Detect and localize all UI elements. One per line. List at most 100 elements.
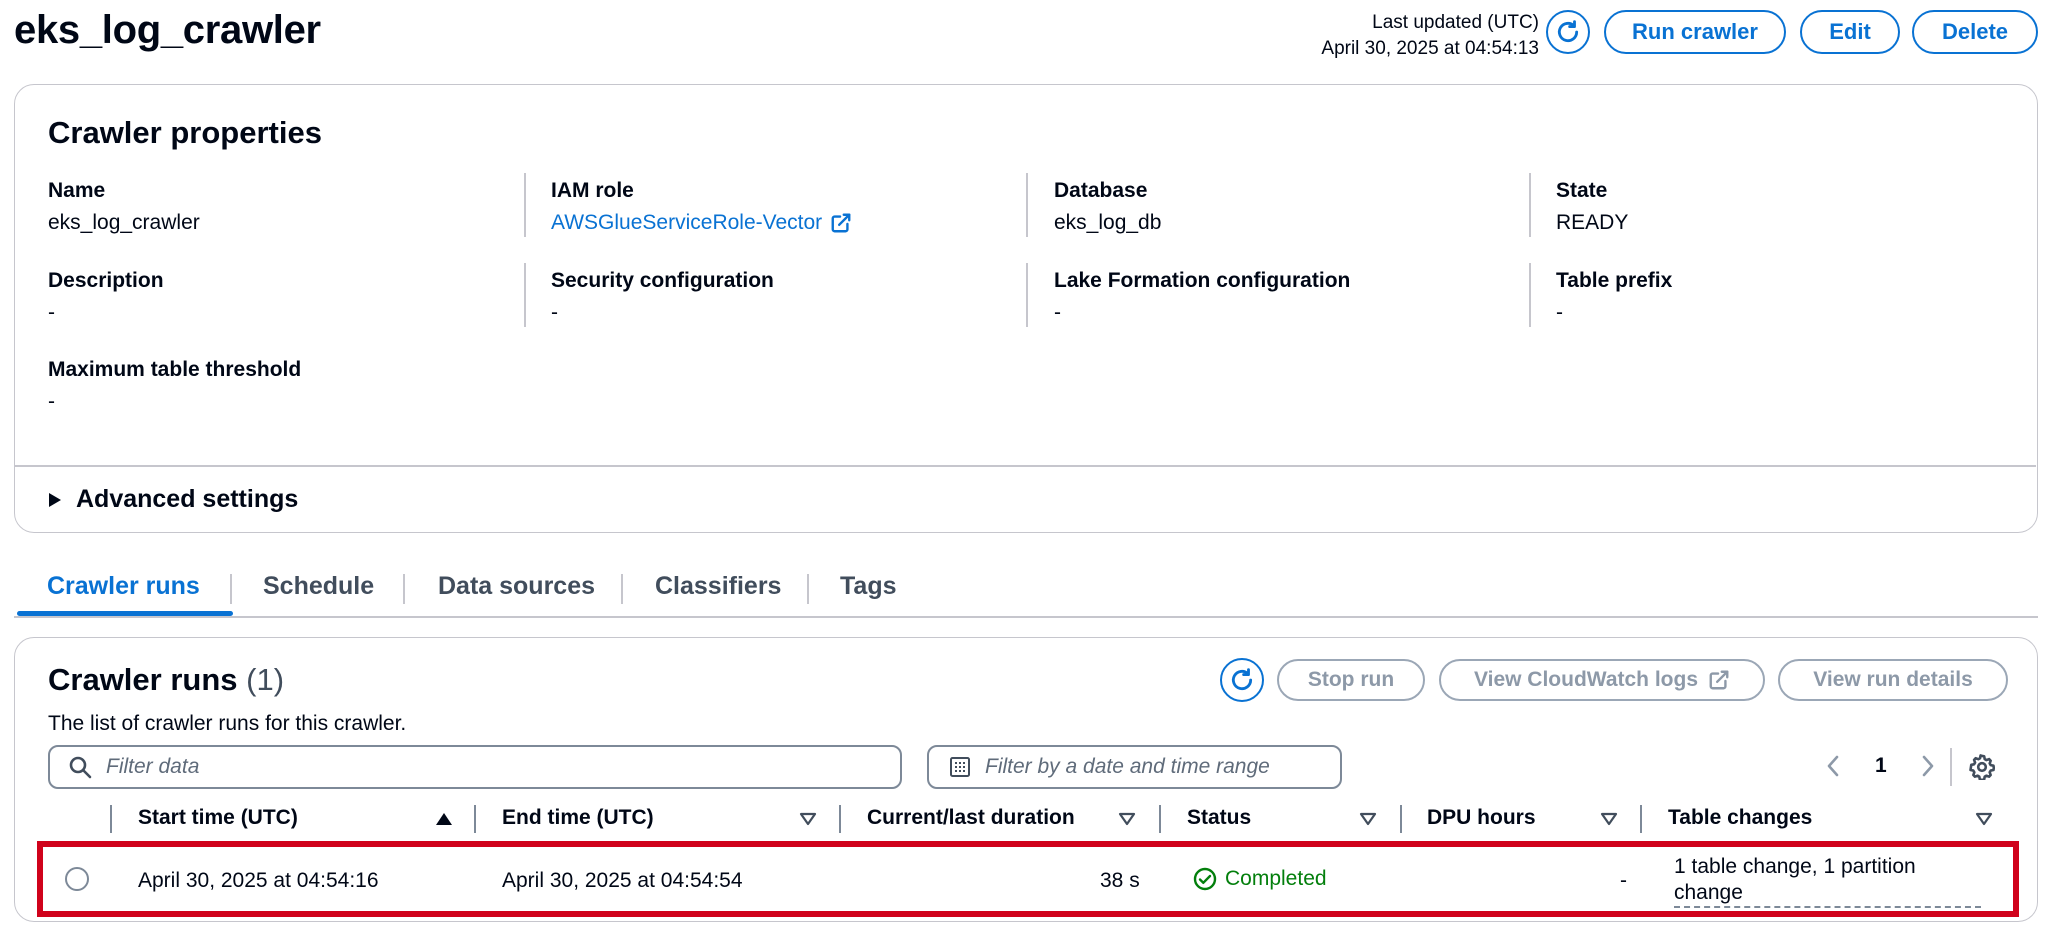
external-link-icon xyxy=(1709,670,1729,690)
sort-icon[interactable] xyxy=(1118,812,1136,826)
row-table-changes-line2: change xyxy=(1674,880,1981,908)
divider xyxy=(1026,173,1028,237)
col-dpu-hours[interactable]: DPU hours xyxy=(1427,806,1536,830)
crawler-properties-title: Crawler properties xyxy=(48,115,322,150)
caret-right-icon xyxy=(49,492,61,507)
prop-description-value: - xyxy=(48,301,55,324)
iam-role-link[interactable]: AWSGlueServiceRole-Vector xyxy=(551,211,852,235)
search-icon xyxy=(69,756,92,779)
table-row[interactable]: April 30, 2025 at 04:54:16 April 30, 202… xyxy=(37,841,2019,917)
view-cloudwatch-logs-button[interactable]: View CloudWatch logs xyxy=(1439,659,1765,701)
refresh-runs-button[interactable] xyxy=(1220,658,1264,702)
date-range-filter[interactable]: Filter by a date and time range xyxy=(927,745,1342,789)
page-title: eks_log_crawler xyxy=(14,8,321,52)
tab-classifiers[interactable]: Classifiers xyxy=(655,572,781,601)
sort-icon[interactable] xyxy=(1359,812,1377,826)
prop-threshold-label: Maximum table threshold xyxy=(48,358,302,381)
col-table-changes[interactable]: Table changes xyxy=(1668,806,1812,830)
prop-state: State READY xyxy=(1556,179,1628,235)
iam-role-link-text[interactable]: AWSGlueServiceRole-Vector xyxy=(551,211,822,235)
col-status[interactable]: Status xyxy=(1187,806,1251,830)
crawler-runs-count: (1) xyxy=(246,662,285,697)
column-separator xyxy=(474,805,476,833)
prop-lake-formation: Lake Formation configuration - xyxy=(1054,269,1350,325)
column-separator xyxy=(839,805,841,833)
crawler-runs-title: Crawler runs xyxy=(48,662,238,697)
stop-run-button[interactable]: Stop run xyxy=(1277,659,1425,701)
filter-data-input[interactable]: Filter data xyxy=(48,745,902,789)
row-status: Completed xyxy=(1193,867,1327,891)
tab-data-sources[interactable]: Data sources xyxy=(438,572,595,601)
column-separator xyxy=(1159,805,1161,833)
col-start-time[interactable]: Start time (UTC) xyxy=(138,806,298,830)
prop-description: Description - xyxy=(48,269,164,325)
crawler-runs-card: Crawler runs (1) The list of crawler run… xyxy=(14,637,2038,922)
prop-description-label: Description xyxy=(48,269,164,292)
tab-tags[interactable]: Tags xyxy=(840,572,897,601)
row-select-radio[interactable] xyxy=(65,867,89,891)
chevron-left-icon xyxy=(1827,755,1839,777)
row-table-changes[interactable]: 1 table change, 1 partition change xyxy=(1674,854,1981,908)
col-duration[interactable]: Current/last duration xyxy=(867,806,1075,830)
tab-bar: Crawler runs Schedule Data sources Class… xyxy=(14,560,2038,618)
date-range-placeholder: Filter by a date and time range xyxy=(985,755,1270,778)
gear-icon xyxy=(1969,754,1996,782)
row-start-time: April 30, 2025 at 04:54:16 xyxy=(138,869,379,892)
edit-button[interactable]: Edit xyxy=(1800,10,1900,54)
column-separator xyxy=(110,805,112,833)
stop-run-label: Stop run xyxy=(1307,668,1395,691)
prop-table-prefix: Table prefix - xyxy=(1556,269,1672,325)
row-table-changes-line1: 1 table change, 1 partition xyxy=(1674,855,1916,878)
prop-database: Database eks_log_db xyxy=(1054,179,1161,235)
prop-lake-label: Lake Formation configuration xyxy=(1054,269,1351,292)
divider xyxy=(1026,263,1028,327)
previous-page-button[interactable] xyxy=(1825,754,1841,783)
preferences-button[interactable] xyxy=(1969,754,1996,785)
prop-database-value: eks_log_db xyxy=(1054,211,1162,234)
refresh-icon xyxy=(1557,20,1579,43)
view-cloudwatch-logs-label: View CloudWatch logs xyxy=(1473,668,1699,691)
prop-database-label: Database xyxy=(1054,179,1148,202)
col-end-time[interactable]: End time (UTC) xyxy=(502,806,654,830)
prop-threshold-value: - xyxy=(48,390,55,413)
sort-icon[interactable] xyxy=(799,812,817,826)
tab-bar-border xyxy=(14,616,2038,618)
crawler-runs-heading: Crawler runs (1) xyxy=(48,662,284,698)
refresh-button[interactable] xyxy=(1546,10,1590,54)
prop-iam-label: IAM role xyxy=(551,179,634,202)
tab-schedule[interactable]: Schedule xyxy=(263,572,374,601)
tab-separator xyxy=(621,574,623,604)
sort-icon[interactable] xyxy=(1975,812,1993,826)
tab-separator xyxy=(230,574,232,604)
card-divider xyxy=(15,465,2036,467)
prop-state-value: READY xyxy=(1556,211,1629,234)
prop-state-label: State xyxy=(1556,179,1608,202)
divider xyxy=(524,263,526,327)
sort-icon[interactable] xyxy=(1600,812,1618,826)
next-page-button[interactable] xyxy=(1920,754,1936,783)
delete-button[interactable]: Delete xyxy=(1912,10,2038,54)
calendar-icon xyxy=(950,757,970,777)
prop-prefix-value: - xyxy=(1556,301,1563,324)
tab-separator xyxy=(807,574,809,604)
row-status-label: Completed xyxy=(1225,867,1327,890)
advanced-settings-label: Advanced settings xyxy=(76,485,299,513)
column-separator xyxy=(1400,805,1402,833)
view-run-details-button[interactable]: View run details xyxy=(1778,659,2008,701)
row-duration: 38 s xyxy=(1100,869,1140,892)
prop-name: Name eks_log_crawler xyxy=(48,179,200,235)
run-crawler-button[interactable]: Run crawler xyxy=(1604,10,1786,54)
success-check-icon xyxy=(1193,867,1217,891)
prop-prefix-label: Table prefix xyxy=(1556,269,1673,292)
column-separator xyxy=(1640,805,1642,833)
prop-iam-role: IAM role AWSGlueServiceRole-Vector xyxy=(551,179,852,235)
advanced-settings-toggle[interactable]: Advanced settings xyxy=(48,485,298,514)
divider xyxy=(1529,263,1531,327)
sort-ascending-icon[interactable] xyxy=(435,812,453,826)
filter-data-placeholder: Filter data xyxy=(106,755,200,778)
external-link-icon xyxy=(831,213,851,233)
refresh-icon xyxy=(1231,668,1253,691)
tab-crawler-runs[interactable]: Crawler runs xyxy=(47,572,200,601)
page-number[interactable]: 1 xyxy=(1875,754,1887,778)
prop-lake-value: - xyxy=(1054,301,1061,324)
